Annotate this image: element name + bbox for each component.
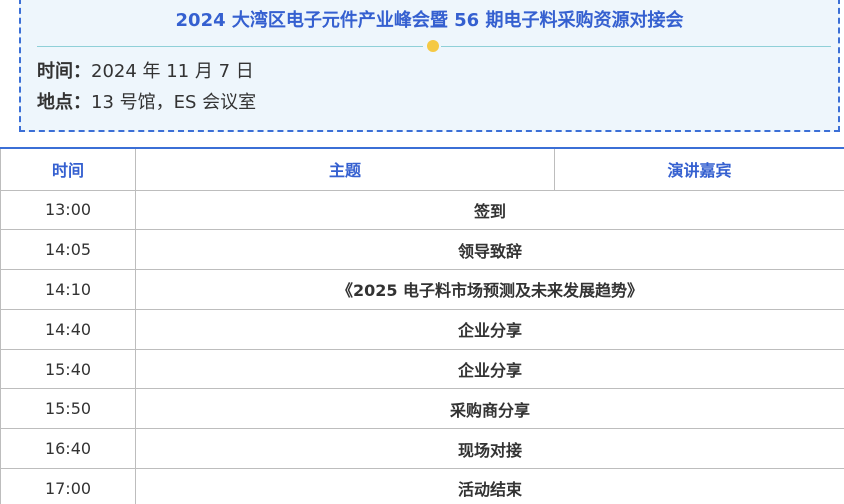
row-topic: 现场对接 [135,428,844,470]
schedule-table: 时间 主题 演讲嘉宾 13:00 签到 14:05 领导致辞 14:10 《20… [0,147,844,504]
header-speaker: 演讲嘉宾 [554,147,844,191]
row-topic: 采购商分享 [135,388,844,430]
table-row: 16:40 现场对接 [0,428,844,470]
table-row: 14:05 领导致辞 [0,229,844,271]
table-row: 14:40 企业分享 [0,308,844,350]
event-info-box: 2024 大湾区电子元件产业峰会暨 56 期电子料采购资源对接会 时间：2024… [19,0,840,132]
row-time: 14:40 [0,308,136,350]
event-time-label: 时间： [37,61,91,82]
divider-line-left [37,46,423,47]
row-time: 17:00 [0,468,136,504]
table-row: 14:10 《2025 电子料市场预测及未来发展趋势》 [0,269,844,310]
event-place-value: 13 号馆，ES 会议室 [91,92,257,113]
table-row: 17:00 活动结束 [0,468,844,504]
row-time: 14:10 [0,269,136,310]
row-time: 16:40 [0,428,136,470]
row-topic: 领导致辞 [135,229,844,271]
event-time-value: 2024 年 11 月 7 日 [91,61,254,82]
divider-line-right [441,46,831,47]
row-time: 15:50 [0,388,136,430]
row-topic: 活动结束 [135,468,844,504]
event-place-label: 地点： [37,92,91,113]
row-topic: 《2025 电子料市场预测及未来发展趋势》 [135,269,844,310]
event-title: 2024 大湾区电子元件产业峰会暨 56 期电子料采购资源对接会 [175,10,684,31]
row-topic: 企业分享 [135,348,844,390]
event-place-row: 地点：13 号馆，ES 会议室 [37,91,256,115]
header-topic: 主题 [135,147,555,191]
row-time: 13:00 [0,189,136,231]
row-topic: 企业分享 [135,308,844,350]
divider-dot [427,40,439,52]
table-row: 13:00 签到 [0,189,844,231]
table-row: 15:40 企业分享 [0,348,844,390]
page: 2024 大湾区电子元件产业峰会暨 56 期电子料采购资源对接会 时间：2024… [0,0,844,504]
row-time: 15:40 [0,348,136,390]
header-time: 时间 [0,147,136,191]
row-time: 14:05 [0,229,136,271]
table-row: 15:50 采购商分享 [0,388,844,430]
schedule-header-row: 时间 主题 演讲嘉宾 [0,147,844,191]
row-topic: 签到 [135,189,844,231]
event-time-row: 时间：2024 年 11 月 7 日 [37,60,254,84]
